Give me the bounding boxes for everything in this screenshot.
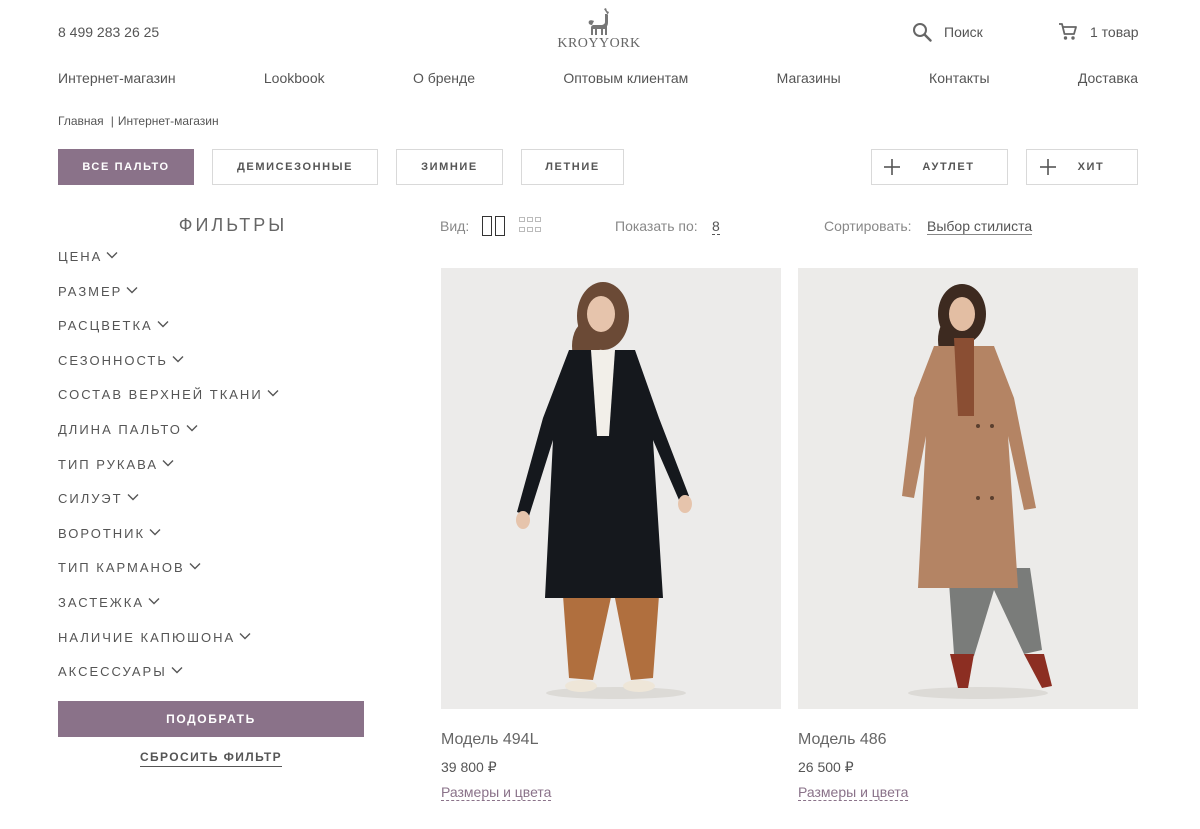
tag-outlet-label: АУТЛЕТ	[922, 161, 975, 173]
product-card: Модель 494L 39 800 ₽ Размеры и цвета	[441, 268, 781, 802]
chevron-down-icon	[186, 424, 198, 432]
category-all-coats[interactable]: ВСЕ ПАЛЬТО	[58, 149, 194, 185]
filter-label: СЕЗОННОСТЬ	[58, 352, 168, 368]
chevron-down-icon	[157, 321, 169, 328]
plus-icon	[884, 159, 901, 175]
breadcrumb-separator: |	[110, 114, 114, 128]
filter-silhouette[interactable]: СИЛУЭТ	[58, 491, 279, 526]
chevron-down-icon	[189, 563, 201, 570]
chevron-down-icon	[172, 355, 184, 363]
show-per-page-select[interactable]: 8	[712, 218, 720, 235]
product-card: Модель 486 26 500 ₽ Размеры и цвета	[798, 268, 1138, 802]
chevron-down-icon	[149, 528, 161, 536]
nav-item-delivery[interactable]: Доставка	[1078, 70, 1138, 86]
chevron-down-icon	[162, 459, 174, 467]
sort-label: Сортировать:	[824, 218, 912, 234]
category-demiseason[interactable]: ДЕМИСЕЗОННЫЕ	[212, 149, 378, 185]
filter-fastener[interactable]: ЗАСТЕЖКА	[58, 595, 279, 630]
filter-label: ТИП КАРМАНОВ	[58, 560, 185, 576]
category-summer[interactable]: ЛЕТНИЕ	[521, 149, 624, 185]
phone-number[interactable]: 8 499 283 26 25	[58, 24, 159, 40]
nav-item-about[interactable]: О бренде	[413, 70, 475, 86]
cart-button[interactable]: 1 товар	[1058, 22, 1139, 42]
filter-label: СОСТАВ ВЕРХНЕЙ ТКАНИ	[58, 387, 263, 403]
filter-label: НАЛИЧИЕ КАПЮШОНА	[58, 629, 236, 645]
filter-label: АКСЕССУАРЫ	[58, 664, 167, 680]
nav-item-shop[interactable]: Интернет-магазин	[58, 70, 176, 86]
product-price: 39 800 ₽	[441, 759, 497, 775]
show-per-page-label: Показать по:	[615, 218, 698, 234]
product-name[interactable]: Модель 494L	[441, 731, 781, 749]
product-price: 26 500 ₽	[798, 759, 854, 775]
cart-label: 1 товар	[1090, 24, 1139, 40]
view-two-columns-icon[interactable]	[482, 216, 506, 236]
filter-collar[interactable]: ВОРОТНИК	[58, 526, 279, 561]
chevron-down-icon	[126, 286, 138, 294]
product-image[interactable]	[798, 268, 1138, 709]
apply-filter-button[interactable]: ПОДОБРАТЬ	[58, 701, 364, 737]
search-icon	[913, 23, 932, 42]
sort-select[interactable]: Выбор стилиста	[927, 218, 1033, 235]
filter-label: ТИП РУКАВА	[58, 456, 159, 472]
filter-label: ЗАСТЕЖКА	[58, 594, 145, 610]
main-nav: Интернет-магазин Lookbook О бренде Оптов…	[58, 70, 1138, 86]
logo-text: KROYYORK	[557, 36, 641, 51]
filter-hood[interactable]: НАЛИЧИЕ КАПЮШОНА	[58, 630, 279, 665]
filter-sleeve[interactable]: ТИП РУКАВА	[58, 457, 279, 492]
plus-icon	[1039, 159, 1056, 175]
chevron-down-icon	[267, 390, 279, 397]
breadcrumb: Главная | Интернет-магазин	[58, 114, 219, 128]
product-image[interactable]	[441, 268, 781, 709]
breadcrumb-current: Интернет-магазин	[117, 114, 219, 128]
filter-color[interactable]: РАСЦВЕТКА	[58, 318, 279, 353]
nav-item-lookbook[interactable]: Lookbook	[264, 70, 325, 86]
filter-label: СИЛУЭТ	[58, 491, 123, 507]
product-sizes-link[interactable]: Размеры и цвета	[441, 784, 552, 801]
alpaca-logo-icon	[588, 8, 609, 35]
search-label: Поиск	[944, 24, 983, 40]
filter-label: ДЛИНА ПАЛЬТО	[58, 421, 182, 437]
tag-outlet-button[interactable]: АУТЛЕТ	[871, 149, 1008, 185]
filter-length[interactable]: ДЛИНА ПАЛЬТО	[58, 422, 279, 457]
filter-label: РАЗМЕР	[58, 283, 123, 299]
chevron-down-icon	[148, 597, 160, 605]
filter-size[interactable]: РАЗМЕР	[58, 284, 279, 319]
logo[interactable]: KROYYORK	[553, 8, 645, 56]
breadcrumb-home[interactable]: Главная	[58, 114, 104, 128]
filters-title: ФИЛЬТРЫ	[178, 215, 288, 235]
view-label: Вид:	[440, 218, 470, 234]
reset-filter-link[interactable]: СБРОСИТЬ ФИЛЬТР	[139, 750, 283, 767]
nav-item-wholesale[interactable]: Оптовым клиентам	[563, 70, 688, 86]
view-grid-icon[interactable]	[519, 217, 541, 235]
filter-pockets[interactable]: ТИП КАРМАНОВ	[58, 560, 279, 595]
filter-price[interactable]: ЦЕНА	[58, 249, 279, 284]
tag-hit-button[interactable]: ХИТ	[1026, 149, 1138, 185]
filter-list: ЦЕНА РАЗМЕР РАСЦВЕТКА СЕЗОННОСТЬ СОСТАВ ВЕРХ…	[58, 249, 279, 699]
chevron-down-icon	[239, 632, 251, 640]
chevron-down-icon	[171, 667, 183, 674]
reset-filter: СБРОСИТЬ ФИЛЬТР	[58, 750, 364, 767]
chevron-down-icon	[106, 252, 118, 259]
search-button[interactable]: Поиск	[912, 22, 983, 42]
filter-label: ВОРОТНИК	[58, 525, 146, 541]
filter-label: ЦЕНА	[58, 249, 103, 264]
nav-item-stores[interactable]: Магазины	[777, 70, 841, 86]
filter-label: РАСЦВЕТКА	[58, 318, 153, 334]
cart-icon	[1059, 23, 1077, 40]
tag-hit-label: ХИТ	[1077, 161, 1105, 173]
nav-item-contacts[interactable]: Контакты	[929, 70, 989, 86]
filter-fabric[interactable]: СОСТАВ ВЕРХНЕЙ ТКАНИ	[58, 387, 279, 422]
chevron-down-icon	[127, 494, 139, 501]
category-winter[interactable]: ЗИМНИЕ	[396, 149, 503, 185]
filter-accessories[interactable]: АКСЕССУАРЫ	[58, 664, 279, 699]
product-name[interactable]: Модель 486	[798, 731, 1138, 749]
product-sizes-link[interactable]: Размеры и цвета	[798, 784, 909, 801]
filter-season[interactable]: СЕЗОННОСТЬ	[58, 353, 279, 388]
